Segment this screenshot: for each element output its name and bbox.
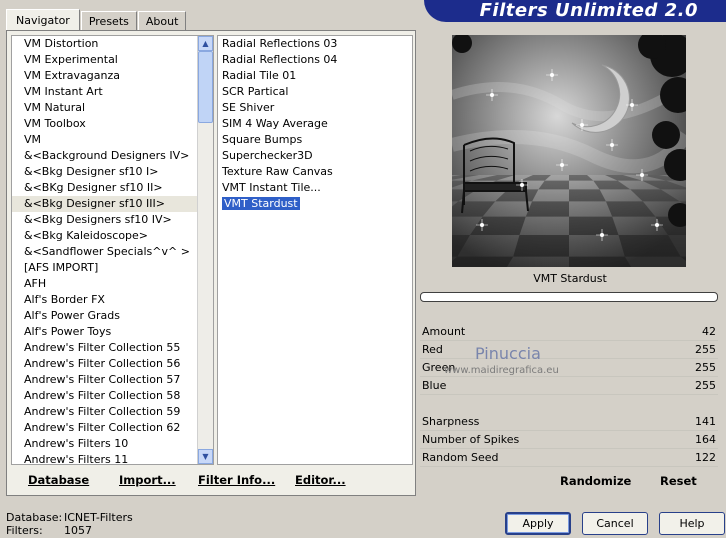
import-button[interactable]: Import...: [119, 467, 176, 493]
filter-items: Radial Reflections 03 Radial Reflections …: [218, 36, 412, 212]
category-item[interactable]: VM Natural: [12, 100, 213, 116]
category-item[interactable]: VM Extravaganza: [12, 68, 213, 84]
scroll-thumb[interactable]: [198, 51, 213, 123]
tab-presets[interactable]: Presets: [80, 11, 137, 30]
left-button-bar: Database Import... Filter Info... Editor…: [11, 467, 411, 493]
category-item[interactable]: Andrew's Filter Collection 56: [12, 356, 213, 372]
category-item[interactable]: &<Bkg Kaleidoscope>: [12, 228, 213, 244]
param-red[interactable]: Red 255: [420, 341, 718, 359]
filters-label: Filters:: [6, 524, 43, 537]
filter-item[interactable]: Superchecker3D: [218, 148, 412, 164]
tab-strip: Navigator Presets About: [6, 9, 187, 30]
help-button[interactable]: Help: [659, 512, 725, 535]
category-item[interactable]: &<Background Designers IV>: [12, 148, 213, 164]
filter-item[interactable]: Square Bumps: [218, 132, 412, 148]
category-list[interactable]: VM Distortion VM Experimental VM Extravaga…: [11, 35, 214, 465]
progress-bar: [420, 292, 718, 302]
param-blue[interactable]: Blue 255: [420, 377, 718, 395]
param-amount[interactable]: Amount 42: [420, 323, 718, 341]
title-banner: Filters Unlimited 2.0: [424, 0, 726, 22]
watermark-url: www.maidiregrafica.eu: [444, 365, 559, 376]
category-item[interactable]: Alf's Power Grads: [12, 308, 213, 324]
database-button[interactable]: Database: [28, 467, 89, 493]
category-item[interactable]: [AFS IMPORT]: [12, 260, 213, 276]
filter-item[interactable]: Radial Reflections 04: [218, 52, 412, 68]
tab-navigator[interactable]: Navigator: [6, 9, 80, 30]
category-item[interactable]: Andrew's Filters 11: [12, 452, 213, 464]
category-item[interactable]: Andrew's Filter Collection 59: [12, 404, 213, 420]
scroll-up-button[interactable]: ▲: [198, 36, 213, 51]
category-item[interactable]: Andrew's Filter Collection 57: [12, 372, 213, 388]
editor-button[interactable]: Editor...: [295, 467, 346, 493]
tab-about[interactable]: About: [137, 11, 187, 30]
filter-list[interactable]: Radial Reflections 03 Radial Reflections …: [217, 35, 413, 465]
category-item[interactable]: Andrew's Filter Collection 62: [12, 420, 213, 436]
category-scrollbar[interactable]: ▲ ▼: [197, 36, 213, 464]
filters-count: 1057: [64, 524, 92, 537]
category-item[interactable]: Andrew's Filter Collection 55: [12, 340, 213, 356]
filter-info-button[interactable]: Filter Info...: [198, 467, 275, 493]
status-area: Database: ICNET-Filters Filters: 1057: [6, 511, 133, 537]
category-item[interactable]: VM Toolbox: [12, 116, 213, 132]
preview-image: [452, 35, 686, 267]
category-item[interactable]: &<Sandflower Specials^v^ >: [12, 244, 213, 260]
filter-item[interactable]: SCR Partical: [218, 84, 412, 100]
filter-item[interactable]: SE Shiver: [218, 100, 412, 116]
param-random-seed[interactable]: Random Seed 122: [420, 449, 718, 467]
filter-item[interactable]: Texture Raw Canvas: [218, 164, 412, 180]
filter-item[interactable]: SIM 4 Way Average: [218, 116, 412, 132]
preview-scene: [452, 35, 686, 267]
database-value: ICNET-Filters: [64, 511, 133, 524]
category-item[interactable]: &<Bkg Designers sf10 IV>: [12, 212, 213, 228]
watermark-text: Pinuccia: [475, 344, 541, 363]
category-item[interactable]: Alf's Power Toys: [12, 324, 213, 340]
category-item[interactable]: &<Bkg Designer sf10 III>: [12, 196, 213, 212]
category-item[interactable]: AFH: [12, 276, 213, 292]
randomize-button[interactable]: Randomize: [560, 470, 631, 492]
category-item[interactable]: &<BKg Designer sf10 II>: [12, 180, 213, 196]
cancel-button[interactable]: Cancel: [582, 512, 648, 535]
apply-button[interactable]: Apply: [505, 512, 571, 535]
filter-item[interactable]: VMT Instant Tile...: [218, 180, 412, 196]
category-items: VM Distortion VM Experimental VM Extravaga…: [12, 36, 213, 464]
navigator-panel: VM Distortion VM Experimental VM Extravaga…: [6, 30, 416, 496]
right-button-bar: Randomize Reset: [420, 470, 718, 492]
reset-button[interactable]: Reset: [660, 470, 697, 492]
filter-item[interactable]: Radial Tile 01: [218, 68, 412, 84]
app-title: Filters Unlimited 2.0: [479, 0, 698, 21]
filter-item-selected[interactable]: VMT Stardust: [218, 196, 412, 212]
category-item[interactable]: Andrew's Filter Collection 58: [12, 388, 213, 404]
param-number-of-spikes[interactable]: Number of Spikes 164: [420, 431, 718, 449]
category-item[interactable]: &<Bkg Designer sf10 I>: [12, 164, 213, 180]
category-item[interactable]: VM: [12, 132, 213, 148]
category-item[interactable]: Alf's Border FX: [12, 292, 213, 308]
selected-filter-name: VMT Stardust: [533, 272, 607, 285]
param-sharpness[interactable]: Sharpness 141: [420, 413, 718, 431]
category-item[interactable]: VM Distortion: [12, 36, 213, 52]
category-item[interactable]: Andrew's Filters 10: [12, 436, 213, 452]
database-label: Database:: [6, 511, 63, 524]
filter-item[interactable]: Radial Reflections 03: [218, 36, 412, 52]
category-item[interactable]: VM Instant Art: [12, 84, 213, 100]
category-item[interactable]: VM Experimental: [12, 52, 213, 68]
scroll-down-button[interactable]: ▼: [198, 449, 213, 464]
